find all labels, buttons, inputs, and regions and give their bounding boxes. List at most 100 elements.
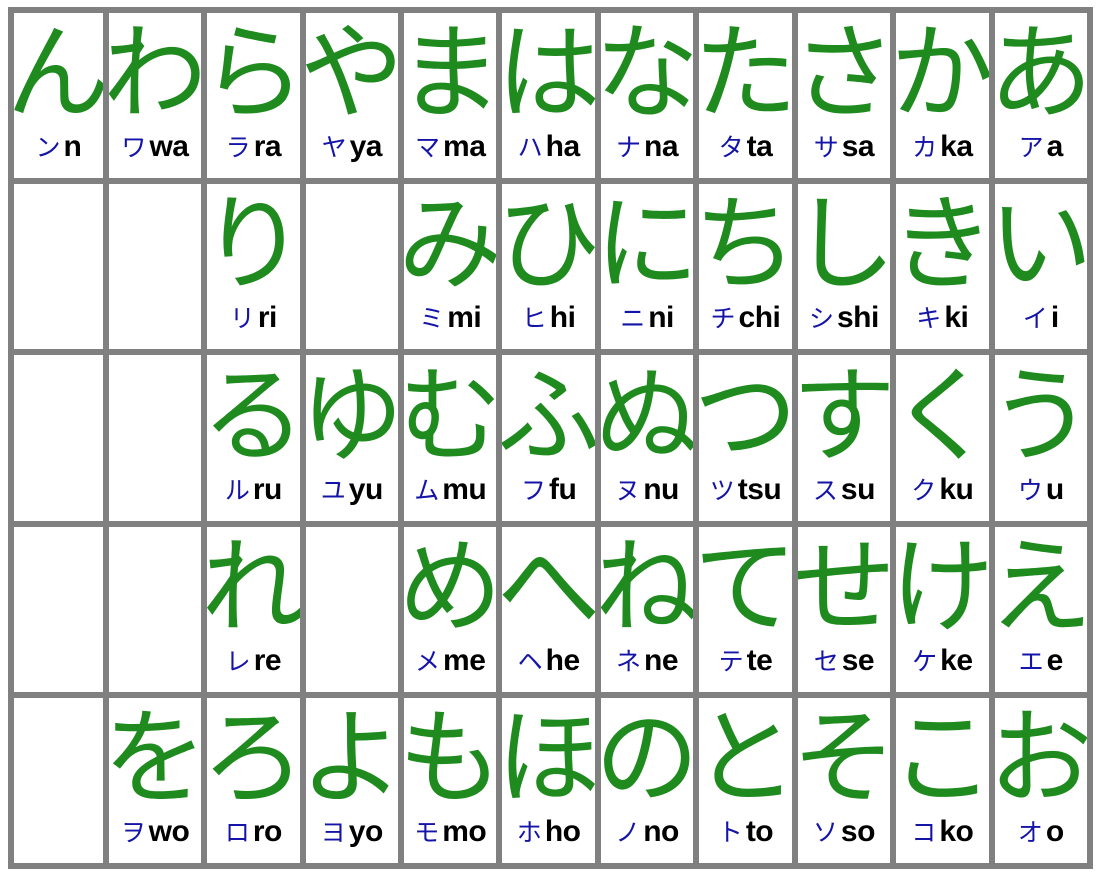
katakana-glyph: ラ bbox=[225, 133, 251, 163]
hiragana-glyph: の bbox=[600, 697, 694, 820]
kana-cell: もモ mo bbox=[404, 697, 497, 864]
katakana-glyph: イ bbox=[1022, 304, 1048, 334]
kana-cell-empty bbox=[14, 355, 103, 521]
katakana-glyph: シ bbox=[808, 304, 834, 334]
reading-line: メ me bbox=[404, 645, 496, 692]
kana-cell: ぬヌ nu bbox=[600, 355, 694, 521]
hiragana-glyph: よ bbox=[305, 697, 398, 820]
katakana-glyph: ツ bbox=[709, 475, 735, 505]
kana-cell: ひヒ hi bbox=[502, 184, 595, 350]
katakana-glyph: フ bbox=[520, 475, 546, 505]
kana-cell-empty bbox=[108, 526, 202, 692]
hiragana-glyph: こ bbox=[896, 697, 989, 820]
kana-cell: むム mu bbox=[404, 355, 497, 521]
kana-cell: みミ mi bbox=[404, 184, 497, 350]
katakana-glyph: カ bbox=[912, 133, 938, 163]
katakana-glyph: ノ bbox=[615, 818, 641, 848]
reading-line: ンn bbox=[14, 132, 103, 178]
romaji-label: e bbox=[1046, 643, 1064, 677]
reading-line: ウu bbox=[995, 474, 1087, 521]
romaji-label: ri bbox=[257, 301, 278, 335]
katakana-glyph: ナ bbox=[616, 133, 642, 163]
katakana-glyph: ソ bbox=[812, 818, 838, 848]
kana-cell: れレ re bbox=[207, 526, 300, 692]
hiragana-glyph: う bbox=[994, 355, 1087, 477]
romaji-label: ru bbox=[252, 472, 283, 506]
kana-cell: しシ shi bbox=[797, 184, 891, 350]
reading-line: ヤ ya bbox=[306, 132, 398, 178]
katakana-glyph: ウ bbox=[1017, 475, 1043, 505]
reading-line: ニ ni bbox=[601, 303, 693, 349]
kana-cell: ほホ ho bbox=[502, 697, 595, 864]
katakana-glyph: テ bbox=[718, 646, 744, 676]
katakana-glyph: エ bbox=[1018, 646, 1044, 676]
romaji-label: ne bbox=[644, 643, 679, 677]
kana-row: をヲ wo ろロ ro よヨ yo もモ mo ほホ ho のノ no とト to そソ so こコ ko おオ o bbox=[14, 697, 1087, 864]
kana-row: れレ re めメ me へヘ he ねネ ne てテ te せセ se けケ ke えエ e bbox=[14, 526, 1087, 692]
hiragana-glyph: も bbox=[404, 697, 497, 820]
hiragana-glyph: む bbox=[404, 355, 497, 477]
romaji-label: ra bbox=[253, 130, 282, 164]
reading-line: ハ ha bbox=[502, 132, 594, 178]
hiragana-glyph: ゆ bbox=[305, 355, 398, 477]
hiragana-glyph: せ bbox=[797, 526, 891, 648]
katakana-glyph: ト bbox=[717, 818, 743, 848]
reading-line: コ ko bbox=[896, 817, 988, 863]
hiragana-glyph: つ bbox=[699, 355, 792, 477]
reading-line: カ ka bbox=[896, 132, 988, 178]
romaji-label: chi bbox=[738, 301, 781, 335]
reading-line: サ sa bbox=[798, 132, 890, 178]
kana-row: りリ ri みミ mi ひヒ hi にニ ni ちチ chi しシ shi きキ ki いイ i bbox=[14, 184, 1087, 350]
romaji-label: ku bbox=[939, 472, 974, 506]
hiragana-glyph: か bbox=[896, 13, 989, 135]
hiragana-glyph: は bbox=[502, 13, 595, 135]
romaji-label: mo bbox=[442, 815, 487, 849]
romaji-label: n bbox=[63, 130, 82, 164]
romaji-label: ki bbox=[944, 301, 969, 335]
hiragana-glyph: ね bbox=[600, 526, 694, 648]
katakana-glyph: ネ bbox=[616, 646, 642, 676]
katakana-glyph: マ bbox=[415, 133, 441, 163]
katakana-glyph: ロ bbox=[224, 818, 250, 848]
reading-line: ヒ hi bbox=[502, 303, 594, 349]
hiragana-glyph: ふ bbox=[502, 355, 595, 477]
reading-line: ヨ yo bbox=[306, 817, 398, 863]
romaji-label: shi bbox=[836, 301, 879, 335]
hiragana-glyph: ろ bbox=[207, 697, 300, 820]
katakana-glyph: セ bbox=[813, 646, 839, 676]
romaji-label: tsu bbox=[737, 472, 782, 506]
romaji-label: ni bbox=[648, 301, 674, 335]
hiragana-glyph: や bbox=[305, 13, 398, 135]
romaji-label: ro bbox=[252, 815, 283, 849]
romaji-label: yu bbox=[348, 472, 384, 506]
romaji-label: mi bbox=[447, 301, 482, 335]
kana-chart-grid: んン n わワ wa らラ ra やヤ ya まマ ma はハ ha なナ na たタ ta さサ sa かカ ka あ… bbox=[8, 7, 1093, 869]
hiragana-glyph: み bbox=[404, 184, 497, 306]
katakana-glyph: ミ bbox=[419, 304, 445, 334]
reading-line: ミ mi bbox=[404, 303, 496, 349]
kana-cell: へヘ he bbox=[502, 526, 595, 692]
katakana-glyph: ヌ bbox=[615, 475, 641, 505]
reading-line: ユ yu bbox=[306, 472, 398, 521]
reading-line: タ ta bbox=[699, 132, 791, 178]
katakana-glyph: ヲ bbox=[120, 818, 146, 848]
katakana-glyph: キ bbox=[916, 304, 942, 334]
kana-cell: めメ me bbox=[404, 526, 497, 692]
kana-cell: あアa bbox=[994, 13, 1087, 179]
reading-line: ソ so bbox=[798, 817, 890, 863]
hiragana-glyph: き bbox=[896, 184, 989, 306]
reading-line: ル ru bbox=[207, 472, 299, 521]
reading-line: エe bbox=[995, 643, 1087, 692]
kana-cell: うウu bbox=[994, 355, 1087, 521]
kana-cell: すス su bbox=[797, 355, 891, 521]
romaji-label: so bbox=[840, 815, 876, 849]
kana-cell: なナ na bbox=[600, 13, 694, 179]
hiragana-glyph: あ bbox=[994, 13, 1087, 135]
hiragana-glyph: て bbox=[699, 526, 792, 648]
kana-cell: るル ru bbox=[207, 355, 300, 521]
romaji-label: ka bbox=[940, 130, 973, 164]
kana-row: るル ru ゆユ yu むム mu ふフ fu ぬヌ nu つツ tsu すス su くク ku うウ u bbox=[14, 355, 1087, 521]
romaji-label: hi bbox=[549, 301, 576, 335]
reading-line: リ ri bbox=[207, 303, 299, 349]
romaji-label: no bbox=[643, 815, 679, 849]
